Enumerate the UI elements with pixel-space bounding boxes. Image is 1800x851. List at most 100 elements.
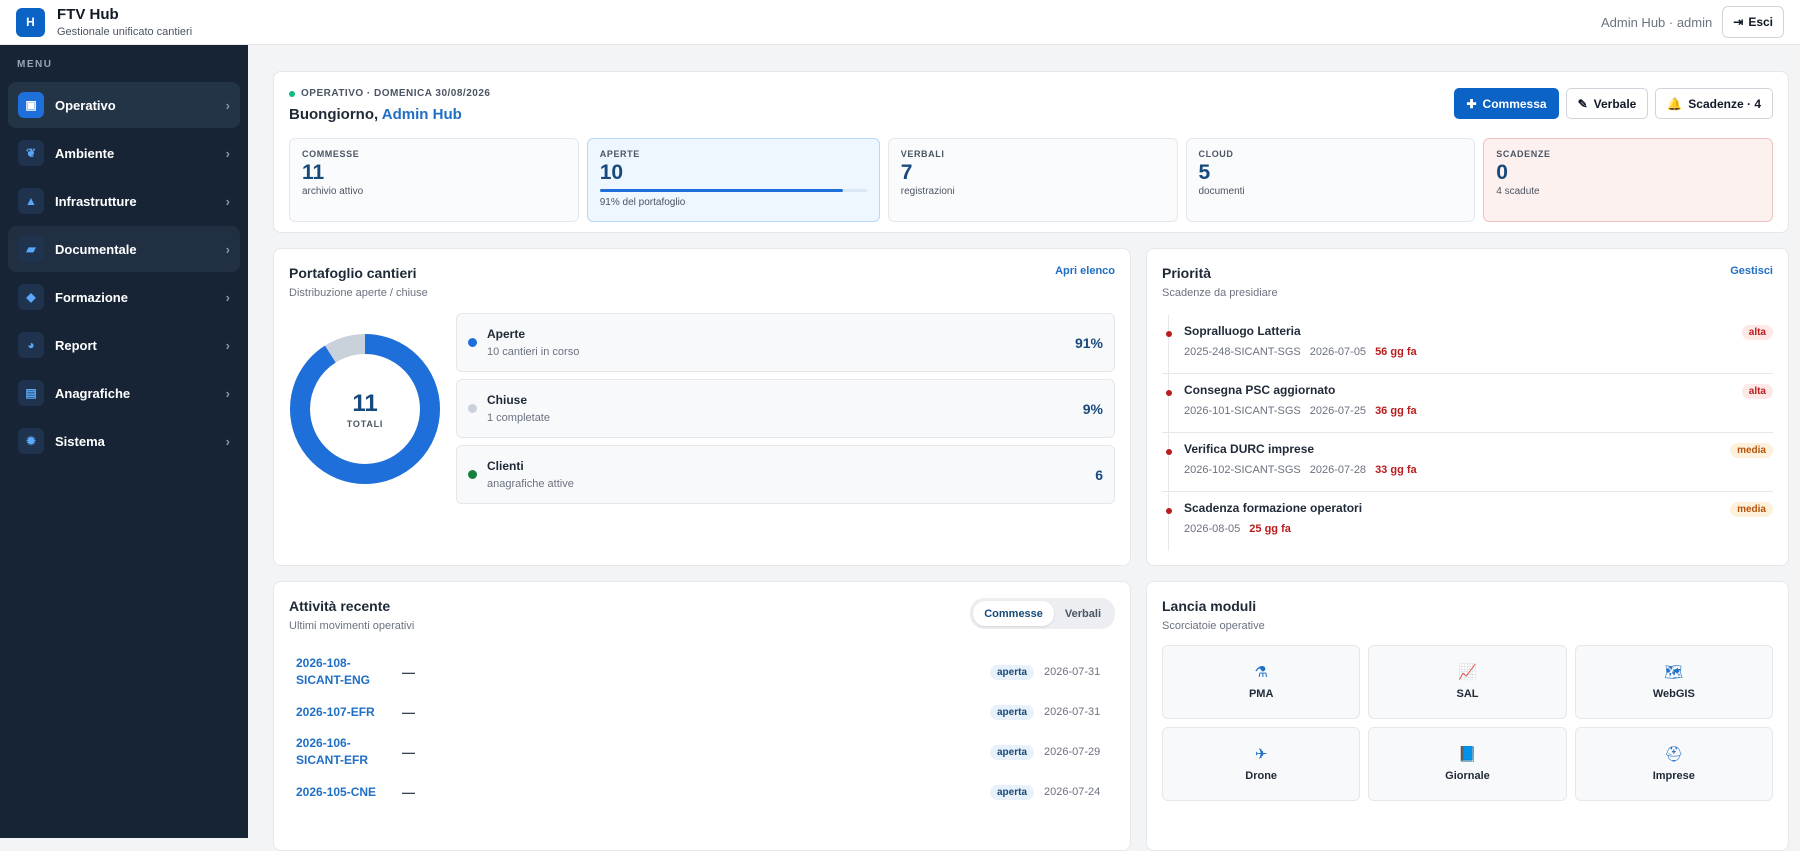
priority-overdue: 33 gg fa: [1375, 464, 1417, 476]
tab-commesse[interactable]: Commesse: [973, 601, 1054, 626]
legend-dot: [468, 338, 477, 347]
donut-total-label: TOTALI: [346, 418, 384, 429]
sidebar-item-documentale[interactable]: ▰ Documentale ›: [8, 226, 240, 272]
legend-value: 9%: [1082, 400, 1103, 417]
activity-date: 2026-07-31: [1044, 706, 1101, 718]
activity-row[interactable]: 2026-105-CNE — aperta 2026-07-24: [289, 772, 1115, 812]
legend-name: Clienti: [487, 459, 524, 473]
greeting-user: Admin Hub: [381, 106, 462, 123]
commessa-link[interactable]: 2026-107-EFR: [296, 704, 396, 721]
portfolio-row-aperte: Aperte 10 cantieri in corso 91%: [456, 313, 1115, 372]
gear-icon: ✹: [18, 428, 44, 454]
sidebar-item-label: Report: [55, 337, 97, 353]
tab-verbali[interactable]: Verbali: [1054, 601, 1112, 626]
chevron-right-icon: ›: [225, 241, 230, 257]
kpi-progress-bar: [599, 189, 867, 192]
priority-card: Priorità Scadenze da presidiare Gestisci…: [1146, 248, 1789, 566]
kpi-sub: 91% del portafoglio: [599, 197, 686, 208]
logout-button[interactable]: ⇥ Esci: [1722, 6, 1784, 38]
commessa-link[interactable]: 2026-105-CNE: [296, 784, 396, 801]
priority-dot: [1166, 449, 1172, 455]
sidebar-item-anagrafiche[interactable]: ▤ Anagrafiche ›: [8, 370, 240, 416]
commessa-link[interactable]: 2026-108-SICANT-ENG: [296, 655, 396, 689]
module-sal[interactable]: 📈 SAL: [1368, 645, 1567, 719]
briefcase-icon: ▣: [18, 92, 44, 118]
activity-desc: —: [402, 784, 415, 800]
kpi-label: SCADENZE: [1496, 149, 1551, 159]
sidebar-item-operativo[interactable]: ▣ Operativo ›: [8, 82, 240, 128]
kpi-value: 5: [1198, 161, 1211, 184]
sidebar-item-infrastrutture[interactable]: ▲ Infrastrutture ›: [8, 178, 240, 224]
activity-row[interactable]: 2026-107-EFR — aperta 2026-07-31: [289, 692, 1115, 732]
id-card-icon: ▤: [18, 380, 44, 406]
priority-item[interactable]: Verifica DURC imprese 2026-102-SICANT-SGS…: [1162, 433, 1773, 492]
chevron-right-icon: ›: [225, 193, 230, 209]
sidebar-item-ambiente[interactable]: ❦ Ambiente ›: [8, 130, 240, 176]
module-imprese[interactable]: ⛑ Imprese: [1574, 727, 1773, 801]
chevron-right-icon: ›: [225, 337, 230, 353]
new-commessa-button[interactable]: ✚ Commessa: [1454, 88, 1559, 119]
legend-sub: 1 completate: [487, 412, 550, 424]
module-giornale[interactable]: 📘 Giornale: [1368, 727, 1567, 801]
scadenze-button[interactable]: 🔔 Scadenze · 4: [1655, 88, 1773, 119]
status-text: OPERATIVO · DOMENICA 30/08/2026: [301, 88, 491, 99]
chevron-right-icon: ›: [225, 289, 230, 305]
new-verbale-button[interactable]: ✎ Verbale: [1565, 88, 1649, 119]
sidebar-item-report[interactable]: ◕ Report ›: [8, 322, 240, 368]
sidebar-item-label: Sistema: [55, 433, 105, 449]
kpi-value: 7: [900, 161, 913, 184]
kpi-label: COMMESSE: [302, 149, 360, 159]
priority-item[interactable]: Consegna PSC aggiornato 2026-101-SICANT-S…: [1162, 374, 1773, 433]
apri-elenco-link[interactable]: Apri elenco: [1055, 265, 1115, 277]
kpi-cloud[interactable]: CLOUD 5 documenti: [1185, 138, 1476, 222]
main-content: OPERATIVO · DOMENICA 30/08/2026 Buongior…: [248, 45, 1800, 851]
map-icon: 🗺: [1664, 663, 1684, 681]
kpi-label: CLOUD: [1198, 149, 1234, 159]
priority-item[interactable]: Scadenza formazione operatori 2026-08-05 2…: [1162, 492, 1773, 551]
module-webgis[interactable]: 🗺 WebGIS: [1574, 645, 1773, 719]
kpi-aperte[interactable]: APERTE 10 91% del portafoglio: [586, 138, 880, 222]
plus-icon: ✚: [1466, 96, 1477, 111]
module-label: WebGIS: [1652, 687, 1695, 700]
brand: FTV Hub Gestionale unificato cantieri: [57, 6, 192, 38]
module-drone[interactable]: ✈ Drone: [1162, 727, 1361, 801]
sidebar-item-sistema[interactable]: ✹ Sistema ›: [8, 418, 240, 464]
sidebar-item-label: Formazione: [55, 289, 128, 305]
kpi-value: 10: [599, 161, 624, 184]
kpi-label: VERBALI: [900, 149, 945, 159]
legend-name: Aperte: [487, 327, 526, 341]
portfolio-row-clienti: Clienti anagrafiche attive 6: [456, 445, 1115, 504]
module-pma[interactable]: ⚗ PMA: [1162, 645, 1361, 719]
kpi-scadenze[interactable]: SCADENZE 0 4 scadute: [1483, 138, 1773, 222]
priority-dot: [1166, 331, 1172, 337]
priority-badge: media: [1730, 443, 1773, 458]
file-signature-icon: ✎: [1577, 96, 1588, 111]
activity-row[interactable]: 2026-106-SICANT-EFR — aperta 2026-07-29: [289, 732, 1115, 772]
commessa-link[interactable]: 2026-106-SICANT-EFR: [296, 735, 396, 769]
priority-item[interactable]: Sopralluogo Latteria 2025-248-SICANT-SGS 2…: [1162, 315, 1773, 374]
timeline-line: [1168, 374, 1169, 432]
priority-code: 2026-101-SICANT-SGS: [1184, 405, 1301, 417]
sidebar-item-label: Operativo: [55, 97, 116, 113]
status-badge: aperta: [989, 664, 1034, 680]
timeline-line: [1168, 492, 1169, 551]
module-label: Giornale: [1445, 769, 1490, 782]
current-user: Admin Hub · admin: [1600, 14, 1713, 30]
activity-date: 2026-07-31: [1044, 666, 1101, 678]
priority-meta: 2025-248-SICANT-SGS 2026-07-05 56 gg fa: [1184, 346, 1773, 358]
kpi-verbali[interactable]: VERBALI 7 registrazioni: [887, 138, 1178, 222]
activity-row[interactable]: 2026-108-SICANT-ENG — aperta 2026-07-31: [289, 652, 1115, 692]
scadenze-label: Scadenze · 4: [1688, 96, 1761, 111]
sidebar-item-formazione[interactable]: ◆ Formazione ›: [8, 274, 240, 320]
legend-dot: [468, 404, 477, 413]
hard-hat-icon: ⛑: [1664, 745, 1684, 763]
legend-dot: [468, 470, 477, 479]
module-label: SAL: [1456, 687, 1479, 700]
line-chart-icon: 📈: [1458, 663, 1477, 681]
gestisci-link[interactable]: Gestisci: [1730, 265, 1773, 277]
priority-overdue: 56 gg fa: [1375, 346, 1417, 358]
priority-date: 2026-08-05: [1184, 523, 1241, 535]
drone-icon: ✈: [1254, 745, 1268, 763]
app-logo[interactable]: H: [16, 7, 45, 37]
kpi-commesse[interactable]: COMMESSE 11 archivio attivo: [289, 138, 579, 222]
